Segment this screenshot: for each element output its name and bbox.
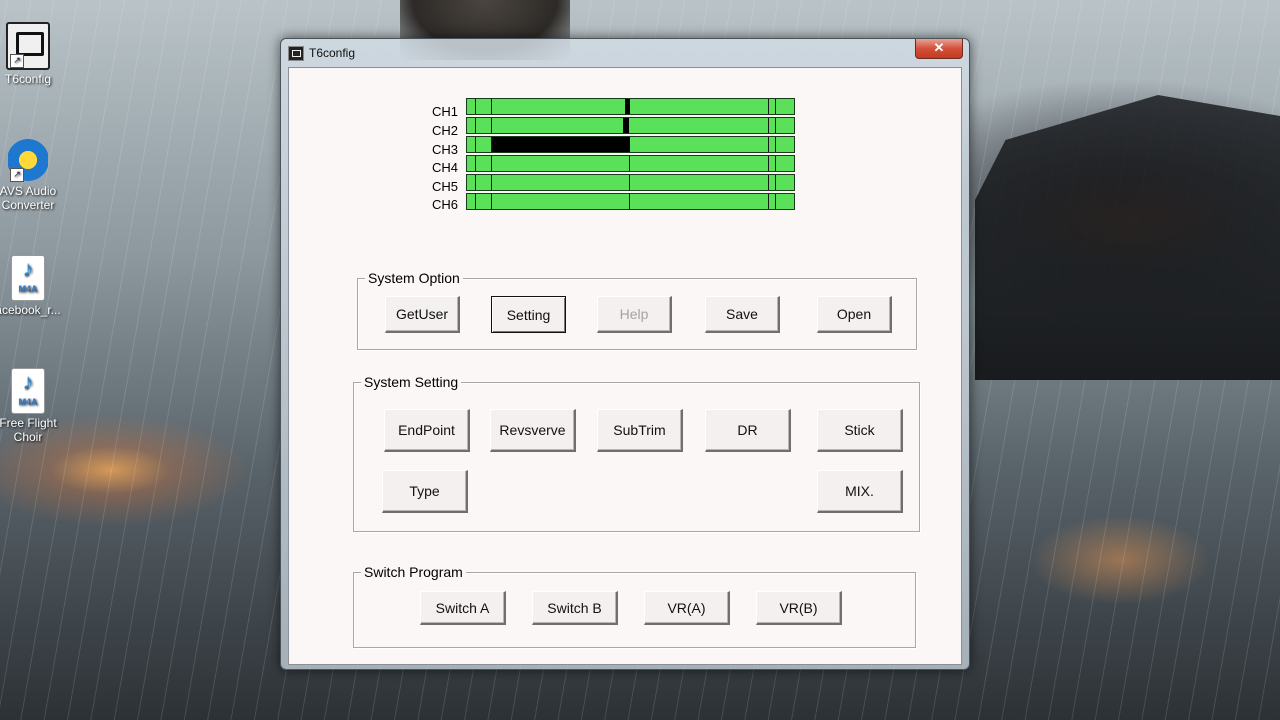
desktop-icon-label: Free Flight Choir [0, 416, 57, 444]
ch1-label: CH1 [432, 104, 459, 119]
app-icon [288, 46, 304, 61]
ch5-label: CH5 [432, 179, 459, 194]
desktop-icon-t6config[interactable]: ↗ T6config [0, 22, 68, 86]
ch4-label: CH4 [432, 160, 459, 175]
desktop-icon-label: T6config [4, 72, 52, 86]
setting-button[interactable]: Setting [491, 296, 566, 333]
t6config-window: T6config ✕ CH1 CH2 CH3 CH4 CH5 CH6 Syste… [280, 38, 970, 670]
endpoint-button[interactable]: EndPoint [384, 409, 470, 452]
dr-button[interactable]: DR [705, 409, 791, 452]
ch3-indicator [492, 137, 630, 152]
vr-a-button[interactable]: VR(A) [644, 591, 730, 625]
desktop-icon-label: acebook_r... [0, 303, 61, 317]
avs-audio-icon: ↗ [8, 138, 48, 182]
ch3-label: CH3 [432, 142, 459, 157]
radio-transmitter-icon: ↗ [6, 22, 50, 70]
ch2-indicator [623, 118, 629, 133]
getuser-button[interactable]: GetUser [385, 296, 460, 333]
ch2-label: CH2 [432, 123, 459, 138]
close-button[interactable]: ✕ [915, 39, 963, 59]
window-title: T6config [309, 46, 356, 60]
wallpaper-tank [975, 95, 1280, 380]
ch1-bar [466, 98, 795, 115]
type-button[interactable]: Type [382, 470, 468, 513]
m4a-file-icon: ♪ M4A [11, 368, 45, 414]
ch2-bar [466, 117, 795, 134]
ch5-bar [466, 174, 795, 191]
ch1-indicator [625, 99, 630, 114]
ch3-bar [466, 136, 795, 153]
ch6-bar [466, 193, 795, 210]
stick-button[interactable]: Stick [817, 409, 903, 452]
shortcut-arrow-icon: ↗ [10, 54, 24, 68]
subtrim-button[interactable]: SubTrim [597, 409, 683, 452]
ch6-label: CH6 [432, 197, 459, 212]
open-button[interactable]: Open [817, 296, 892, 333]
window-client-area: CH1 CH2 CH3 CH4 CH5 CH6 System Option Ge… [288, 67, 962, 665]
switch-a-button[interactable]: Switch A [420, 591, 506, 625]
shortcut-arrow-icon: ↗ [10, 168, 24, 182]
ch4-bar [466, 155, 795, 172]
desktop-icon-facebook-audio[interactable]: ♪ M4A acebook_r... [0, 255, 68, 317]
system-option-group: System Option GetUser Setting Help Save … [357, 270, 917, 350]
desktop-icon-free-flight-choir[interactable]: ♪ M4A Free Flight Choir [0, 368, 68, 444]
vr-b-button[interactable]: VR(B) [756, 591, 842, 625]
switch-b-button[interactable]: Switch B [532, 591, 618, 625]
save-button[interactable]: Save [705, 296, 780, 333]
desktop-icon-label: AVS Audio Converter [0, 184, 57, 212]
switch-program-group: Switch Program Switch A Switch B VR(A) V… [353, 564, 916, 648]
desktop-icon-avs-audio-converter[interactable]: ↗ AVS Audio Converter [0, 138, 68, 212]
mix-button[interactable]: MIX. [817, 470, 903, 513]
revsverve-button[interactable]: Revsverve [490, 409, 576, 452]
system-option-legend: System Option [365, 270, 463, 286]
m4a-file-icon: ♪ M4A [11, 255, 45, 301]
help-button[interactable]: Help [597, 296, 672, 333]
system-setting-group: System Setting EndPoint Revsverve SubTri… [353, 374, 920, 532]
window-titlebar[interactable]: T6config ✕ [281, 39, 969, 65]
system-setting-legend: System Setting [361, 374, 462, 390]
switch-program-legend: Switch Program [361, 564, 466, 580]
